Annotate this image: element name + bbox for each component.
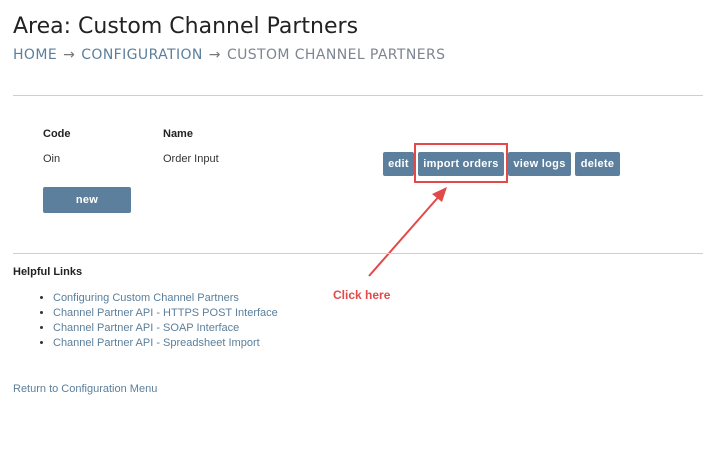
click-here-annotation: Click here bbox=[333, 288, 391, 302]
link-configuring-partners[interactable]: Configuring Custom Channel Partners bbox=[53, 292, 239, 304]
list-item: Channel Partner API - Spreadsheet Import bbox=[53, 336, 278, 351]
list-item: Channel Partner API - SOAP Interface bbox=[53, 321, 278, 336]
return-to-configuration-link[interactable]: Return to Configuration Menu bbox=[13, 383, 157, 395]
helpful-links-list: Configuring Custom Channel Partners Chan… bbox=[35, 291, 278, 351]
list-item: Channel Partner API - HTTPS POST Interfa… bbox=[53, 306, 278, 321]
divider bbox=[13, 253, 703, 254]
helpful-links-title: Helpful Links bbox=[13, 266, 83, 278]
list-item: Configuring Custom Channel Partners bbox=[53, 291, 278, 306]
link-soap[interactable]: Channel Partner API - SOAP Interface bbox=[53, 322, 239, 334]
link-https-post[interactable]: Channel Partner API - HTTPS POST Interfa… bbox=[53, 307, 278, 319]
link-spreadsheet-import[interactable]: Channel Partner API - Spreadsheet Import bbox=[53, 337, 260, 349]
